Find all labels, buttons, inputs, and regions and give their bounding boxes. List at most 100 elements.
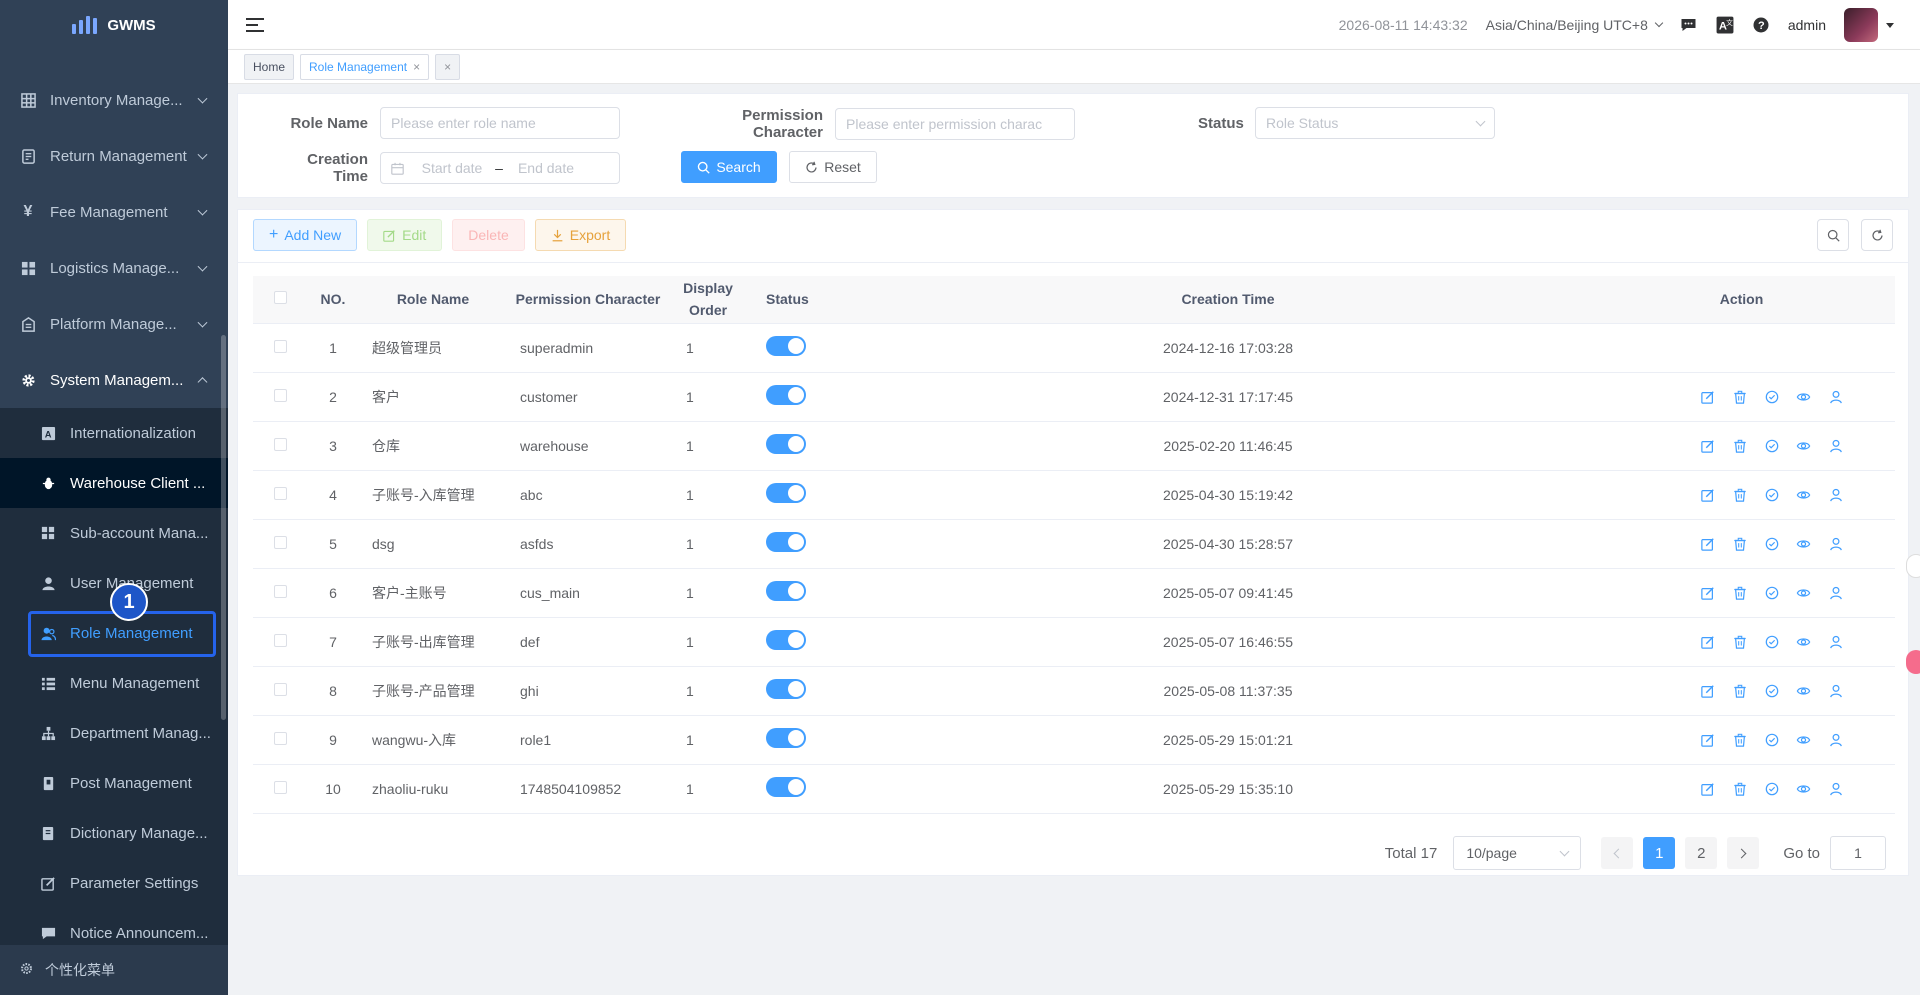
row-checkbox[interactable] bbox=[274, 682, 287, 696]
circle-check-icon[interactable] bbox=[1764, 389, 1780, 405]
row-checkbox[interactable] bbox=[274, 633, 287, 647]
status-switch[interactable] bbox=[766, 630, 806, 650]
goto-page-input[interactable]: 1 bbox=[1830, 836, 1886, 870]
chat-icon[interactable] bbox=[1680, 16, 1698, 34]
sidebar-item-warehouse-client[interactable]: Warehouse Client ... bbox=[0, 458, 228, 508]
status-switch[interactable] bbox=[766, 532, 806, 552]
eye-icon[interactable] bbox=[1796, 781, 1812, 797]
sidebar-item-department-management[interactable]: Department Manag... bbox=[0, 708, 228, 758]
user-icon[interactable] bbox=[1828, 732, 1844, 748]
delete-icon[interactable] bbox=[1732, 683, 1748, 699]
next-page-button[interactable] bbox=[1727, 837, 1760, 869]
floating-widget[interactable] bbox=[1906, 650, 1920, 674]
export-button[interactable]: Export bbox=[534, 219, 627, 251]
edit-icon[interactable] bbox=[1700, 683, 1716, 699]
user-icon[interactable] bbox=[1828, 487, 1844, 503]
status-switch[interactable] bbox=[766, 385, 806, 405]
sidebar-item-dictionary-management[interactable]: Dictionary Manage... bbox=[0, 808, 228, 858]
row-checkbox[interactable] bbox=[274, 339, 287, 353]
row-checkbox[interactable] bbox=[274, 535, 287, 549]
eye-icon[interactable] bbox=[1796, 487, 1812, 503]
sidebar-item-post-management[interactable]: Post Management bbox=[0, 758, 228, 808]
sidebar-item-sub-account[interactable]: Sub-account Mana... bbox=[0, 508, 228, 558]
sidebar-item-role-management[interactable]: Role Management bbox=[0, 608, 228, 658]
eye-icon[interactable] bbox=[1796, 732, 1812, 748]
menu-logistics-management[interactable]: Logistics Manage... bbox=[0, 240, 228, 296]
sidebar-item-parameter-settings[interactable]: Parameter Settings bbox=[0, 858, 228, 908]
menu-return-management[interactable]: Return Management bbox=[0, 128, 228, 184]
row-checkbox[interactable] bbox=[274, 437, 287, 451]
circle-check-icon[interactable] bbox=[1764, 585, 1780, 601]
edit-icon[interactable] bbox=[1700, 536, 1716, 552]
status-switch[interactable] bbox=[766, 434, 806, 454]
delete-button[interactable]: Delete bbox=[452, 219, 525, 251]
edit-icon[interactable] bbox=[1700, 487, 1716, 503]
search-button[interactable]: Search bbox=[681, 151, 777, 183]
username[interactable]: admin bbox=[1788, 17, 1826, 33]
status-switch[interactable] bbox=[766, 483, 806, 503]
add-new-button[interactable]: + Add New bbox=[253, 219, 358, 251]
start-date-input[interactable]: Start date bbox=[414, 160, 490, 176]
edit-icon[interactable] bbox=[1700, 634, 1716, 650]
select-all-checkbox[interactable] bbox=[274, 291, 287, 305]
status-select[interactable]: Role Status bbox=[1255, 107, 1495, 139]
circle-check-icon[interactable] bbox=[1764, 683, 1780, 699]
sidebar-item-menu-management[interactable]: Menu Management bbox=[0, 658, 228, 708]
permission-character-input[interactable]: Please enter permission charac bbox=[835, 108, 1075, 140]
refresh-table-button[interactable] bbox=[1861, 219, 1893, 251]
edit-button[interactable]: Edit bbox=[367, 219, 443, 251]
status-switch[interactable] bbox=[766, 728, 806, 748]
user-icon[interactable] bbox=[1828, 781, 1844, 797]
row-checkbox[interactable] bbox=[274, 486, 287, 500]
creation-time-range[interactable]: Start date – End date bbox=[380, 152, 620, 184]
help-icon[interactable]: ? bbox=[1752, 16, 1770, 34]
end-date-input[interactable]: End date bbox=[508, 160, 584, 176]
eye-icon[interactable] bbox=[1796, 389, 1812, 405]
personalized-menu-button[interactable]: 个性化菜单 bbox=[0, 945, 228, 995]
delete-icon[interactable] bbox=[1732, 438, 1748, 454]
delete-icon[interactable] bbox=[1732, 389, 1748, 405]
eye-icon[interactable] bbox=[1796, 634, 1812, 650]
circle-check-icon[interactable] bbox=[1764, 732, 1780, 748]
sidebar-item-internationalization[interactable]: A Internationalization bbox=[0, 408, 228, 458]
page-size-select[interactable]: 10/page bbox=[1453, 836, 1582, 870]
edit-icon[interactable] bbox=[1700, 732, 1716, 748]
eye-icon[interactable] bbox=[1796, 536, 1812, 552]
user-icon[interactable] bbox=[1828, 585, 1844, 601]
close-icon[interactable]: × bbox=[413, 60, 420, 74]
edit-icon[interactable] bbox=[1700, 585, 1716, 601]
row-checkbox[interactable] bbox=[274, 731, 287, 745]
circle-check-icon[interactable] bbox=[1764, 438, 1780, 454]
delete-icon[interactable] bbox=[1732, 634, 1748, 650]
edit-icon[interactable] bbox=[1700, 781, 1716, 797]
circle-check-icon[interactable] bbox=[1764, 781, 1780, 797]
hamburger-icon[interactable] bbox=[246, 17, 264, 32]
edit-icon[interactable] bbox=[1700, 438, 1716, 454]
row-checkbox[interactable] bbox=[274, 388, 287, 402]
eye-icon[interactable] bbox=[1796, 438, 1812, 454]
user-icon[interactable] bbox=[1828, 536, 1844, 552]
menu-platform-management[interactable]: Platform Manage... bbox=[0, 296, 228, 352]
delete-icon[interactable] bbox=[1732, 536, 1748, 552]
status-switch[interactable] bbox=[766, 777, 806, 797]
delete-icon[interactable] bbox=[1732, 585, 1748, 601]
user-menu[interactable] bbox=[1844, 8, 1894, 42]
toggle-search-button[interactable] bbox=[1817, 219, 1849, 251]
tag-role-management[interactable]: Role Management × bbox=[300, 53, 430, 80]
menu-inventory-management[interactable]: Inventory Manage... bbox=[0, 72, 228, 128]
user-icon[interactable] bbox=[1828, 438, 1844, 454]
eye-icon[interactable] bbox=[1796, 585, 1812, 601]
user-icon[interactable] bbox=[1828, 634, 1844, 650]
row-checkbox[interactable] bbox=[274, 780, 287, 794]
row-checkbox[interactable] bbox=[274, 584, 287, 598]
role-name-input[interactable]: Please enter role name bbox=[380, 107, 620, 139]
floating-widget[interactable] bbox=[1906, 554, 1920, 578]
status-switch[interactable] bbox=[766, 581, 806, 601]
circle-check-icon[interactable] bbox=[1764, 487, 1780, 503]
delete-icon[interactable] bbox=[1732, 487, 1748, 503]
reset-button[interactable]: Reset bbox=[789, 151, 877, 183]
app-logo[interactable]: GWMS bbox=[0, 0, 228, 50]
circle-check-icon[interactable] bbox=[1764, 536, 1780, 552]
tag-home[interactable]: Home bbox=[244, 53, 295, 80]
circle-check-icon[interactable] bbox=[1764, 634, 1780, 650]
